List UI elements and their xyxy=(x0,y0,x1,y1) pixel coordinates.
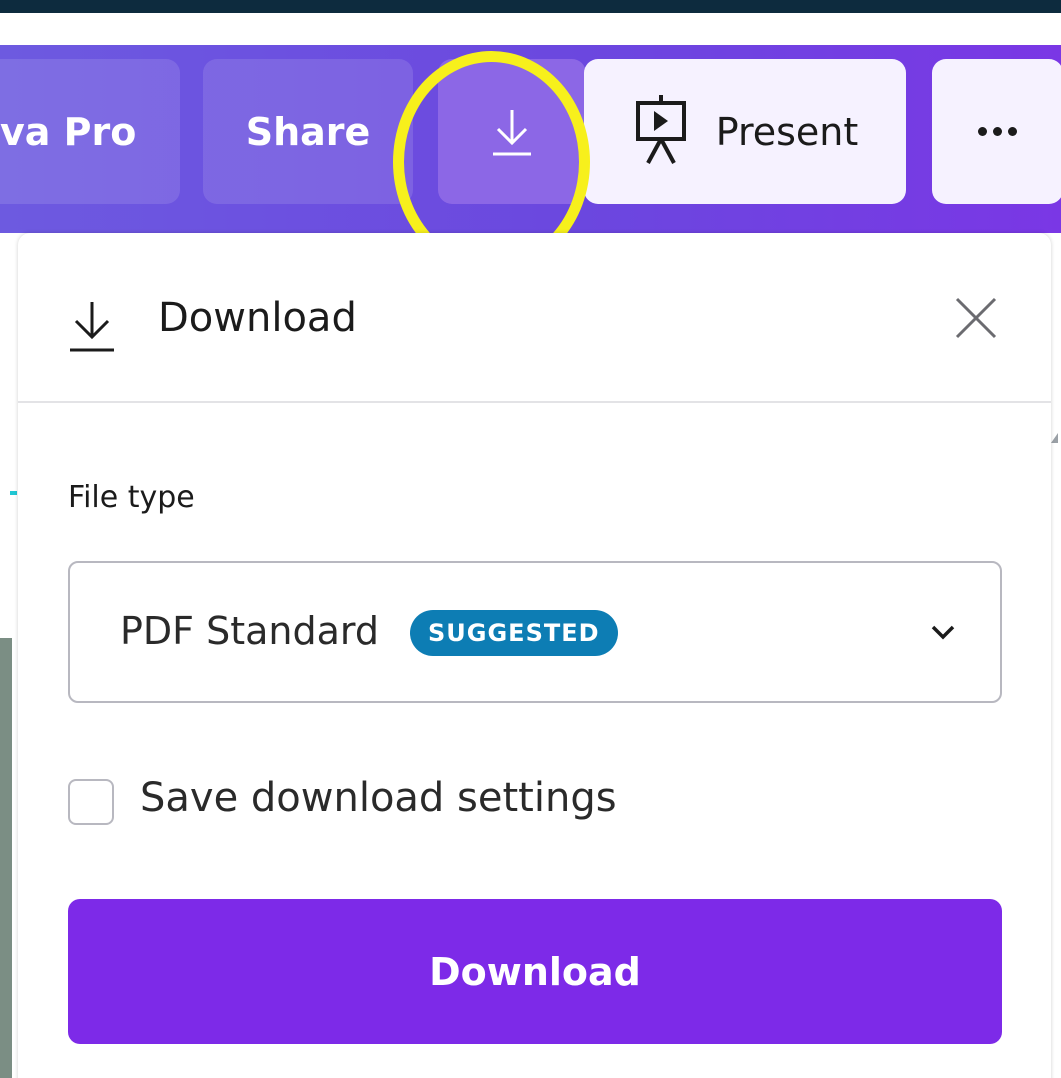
file-type-value: PDF Standard xyxy=(120,609,379,653)
close-icon[interactable] xyxy=(953,295,999,341)
canva-editor-view: va Pro Share Present Download File type … xyxy=(0,0,1061,1078)
share-label: Share xyxy=(245,109,371,154)
download-button-label: Download xyxy=(429,949,641,994)
try-canva-pro-label: va Pro xyxy=(0,109,137,154)
save-settings-label[interactable]: Save download settings xyxy=(140,775,617,821)
download-panel-header: Download xyxy=(18,233,1051,403)
present-label: Present xyxy=(715,109,859,154)
try-canva-pro-button[interactable]: va Pro xyxy=(0,59,180,204)
more-dots-icon xyxy=(978,127,1017,136)
canvas-image-edge xyxy=(0,638,12,1078)
top-divider xyxy=(0,13,1061,23)
canvas-right-edge xyxy=(1051,233,1061,1078)
chevron-down-icon xyxy=(931,625,955,640)
editor-toolbar: va Pro Share Present xyxy=(0,45,1061,273)
canvas-accent-mark xyxy=(10,491,17,495)
download-button[interactable]: Download xyxy=(68,899,1002,1044)
present-button[interactable]: Present xyxy=(584,59,906,204)
download-arrow-icon xyxy=(70,302,114,352)
file-type-label: File type xyxy=(68,480,195,515)
scroll-indicator xyxy=(1051,433,1058,443)
suggested-badge: SUGGESTED xyxy=(410,610,618,656)
more-options-button[interactable] xyxy=(932,59,1061,204)
save-settings-checkbox[interactable] xyxy=(68,779,114,825)
share-button[interactable]: Share xyxy=(203,59,413,204)
canvas-left-edge xyxy=(0,233,17,1078)
window-top-bar xyxy=(0,0,1061,13)
file-type-select[interactable]: PDF Standard SUGGESTED xyxy=(68,561,1002,703)
download-panel: Download File type PDF Standard SUGGESTE… xyxy=(18,233,1051,1078)
download-panel-title: Download xyxy=(158,295,357,341)
presentation-screen-icon xyxy=(635,94,686,164)
